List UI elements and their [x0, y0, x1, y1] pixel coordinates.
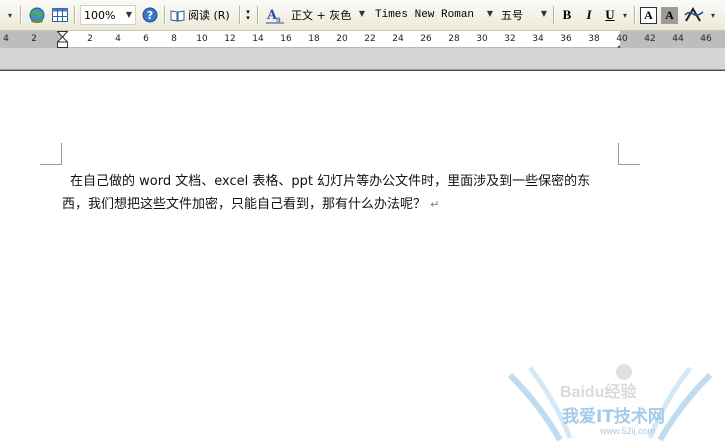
- zoom-select[interactable]: 100% ▼: [80, 5, 136, 25]
- watermark-brand: Baidu经验: [560, 384, 637, 401]
- help-icon[interactable]: ?: [140, 4, 160, 26]
- globe-icon[interactable]: [26, 4, 48, 26]
- crop-mark-right: [618, 143, 640, 165]
- read-book-icon: [170, 9, 185, 22]
- ruler-gray-band: [0, 48, 725, 70]
- toolbar-separator: [74, 6, 75, 24]
- ruler-tick-label: 2: [31, 34, 37, 44]
- ruler-tick-label: 2: [87, 34, 93, 44]
- svg-text:?: ?: [147, 9, 153, 22]
- read-button-label: 阅读 (R): [188, 9, 230, 22]
- ruler-tick-label: 38: [588, 34, 600, 44]
- toolbar-options-button[interactable]: ▾ ▾: [242, 4, 254, 26]
- font-select[interactable]: Times New Roman ▼: [372, 5, 496, 25]
- crop-mark-left: [40, 143, 62, 165]
- watermark: Baidu经验 我爱IT技术网 www.52ij.com: [500, 360, 720, 447]
- chevron-down-icon[interactable]: ▾: [620, 4, 630, 26]
- ruler-tick-label: 10: [196, 34, 208, 44]
- toolbar-separator: [20, 6, 21, 24]
- ruler-tick-label: 34: [532, 34, 544, 44]
- horizontal-ruler[interactable]: 4 2 2 4 6 8 10 12 14 16 18 20 22 24 26 28 30 32 34 36 38 40 42…: [0, 31, 725, 54]
- bold-icon[interactable]: B: [558, 4, 576, 26]
- size-value: 五号: [501, 9, 523, 22]
- ruler-tick-label: 28: [448, 34, 460, 44]
- toolbar-separator: [164, 6, 165, 24]
- ruler-tick-label: 4: [115, 34, 121, 44]
- ruler-tick-label: 32: [504, 34, 516, 44]
- table-icon[interactable]: [50, 4, 70, 26]
- document-body[interactable]: 在自己做的 word 文档、excel 表格、ppt 幻灯片等办公文件时，里面涉…: [62, 170, 632, 216]
- toolbar-separator: [634, 6, 635, 24]
- ruler-tick-label: 6: [143, 34, 149, 44]
- text-effect-icon[interactable]: [683, 4, 705, 26]
- char-shading-icon[interactable]: A: [661, 7, 678, 24]
- toolbar-separator: [553, 6, 554, 24]
- ruler-tick-label: 20: [336, 34, 348, 44]
- font-value: Times New Roman: [375, 9, 475, 21]
- ruler-tick-label: 30: [476, 34, 488, 44]
- chevron-down-icon: ▼: [125, 10, 132, 19]
- ruler-tick-label: 14: [252, 34, 264, 44]
- paragraph-line-2: 西，我们想把这些文件加密，只能自己看到，那有什么办法呢？ ↵: [62, 197, 440, 212]
- read-button[interactable]: 阅读 (R): [170, 4, 236, 26]
- zoom-value: 100%: [84, 8, 116, 22]
- ruler-tick-label: 22: [364, 34, 376, 44]
- chevron-down-icon[interactable]: ▾: [2, 4, 18, 26]
- style-format-icon[interactable]: Aa: [264, 4, 286, 26]
- formatting-toolbar: ▾ 100% ▼ ? 阅读 (R) ▾ ▾ Aa 正文 + 灰色 ▼ Times …: [0, 0, 725, 31]
- ruler-tick-label: 12: [224, 34, 236, 44]
- ruler-tick-label: 16: [280, 34, 292, 44]
- style-value: 正文 + 灰色: [291, 9, 352, 22]
- italic-icon[interactable]: I: [580, 4, 598, 26]
- ruler-tick-label: 8: [171, 34, 177, 44]
- ruler-tick-label: 26: [420, 34, 432, 44]
- paragraph-line-1: 在自己做的 word 文档、excel 表格、ppt 幻灯片等办公文件时，里面涉…: [70, 174, 591, 189]
- char-border-icon[interactable]: A: [640, 7, 657, 24]
- toolbar-separator: [239, 6, 240, 24]
- chevron-down-icon: ▼: [358, 9, 365, 18]
- paragraph-mark: ↵: [430, 198, 440, 211]
- size-select[interactable]: 五号 ▼: [498, 5, 550, 25]
- underline-icon[interactable]: U: [602, 4, 618, 26]
- ruler-tick-label: 46: [700, 34, 712, 44]
- chevron-down-icon: ▼: [486, 9, 493, 18]
- watermark-site-name: 我爱IT技术网: [562, 407, 665, 427]
- toolbar-separator: [257, 6, 258, 24]
- ruler-tick-label: 4: [3, 34, 9, 44]
- ruler-tick-label: 36: [560, 34, 572, 44]
- watermark-site-url: www.52ij.com: [600, 426, 656, 436]
- ruler-tick-label: 42: [644, 34, 656, 44]
- ruler-tick-label: 18: [308, 34, 320, 44]
- ruler-tick-label: 24: [392, 34, 404, 44]
- chevron-down-icon[interactable]: ▾: [707, 4, 719, 26]
- chevron-down-icon: ▼: [540, 9, 547, 18]
- ruler-tick-label: 44: [672, 34, 684, 44]
- style-select[interactable]: 正文 + 灰色 ▼: [288, 5, 368, 25]
